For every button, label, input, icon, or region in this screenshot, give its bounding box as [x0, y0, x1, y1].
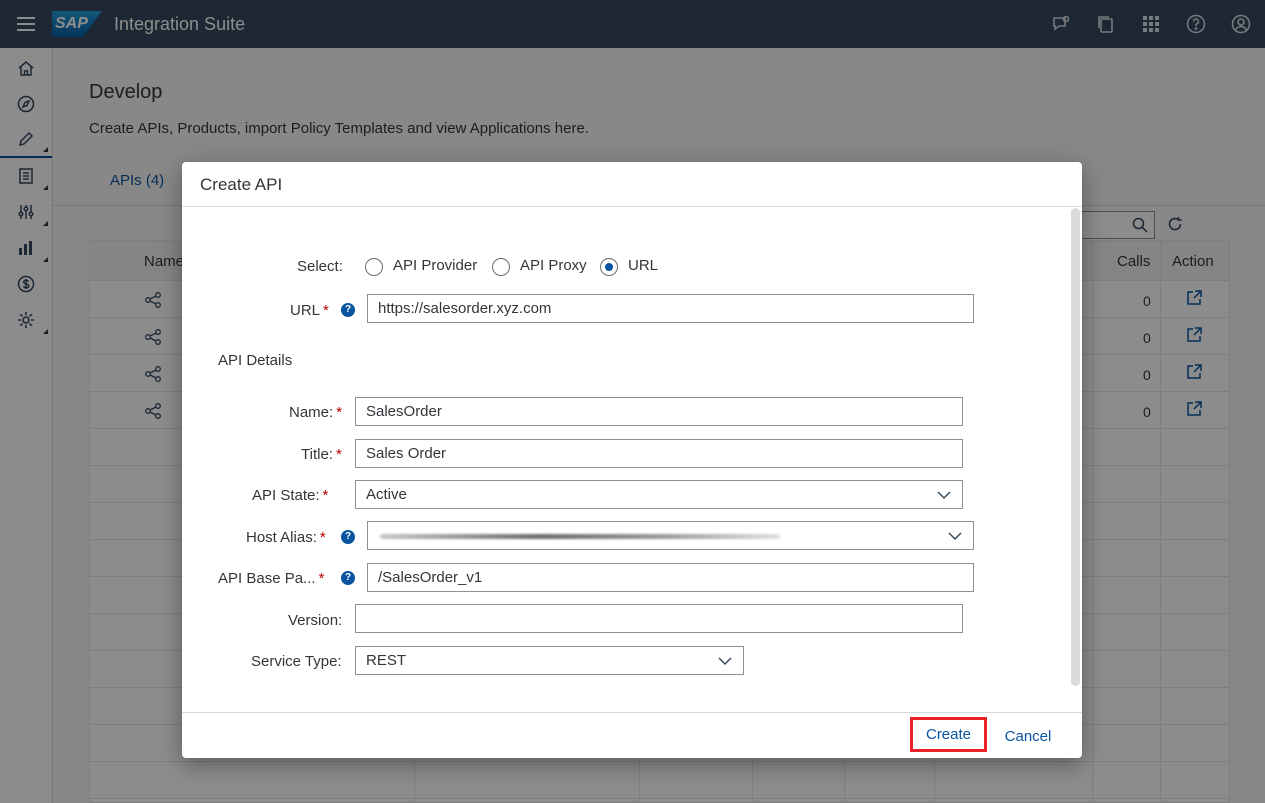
cancel-button[interactable]: Cancel — [994, 721, 1062, 751]
base-path-label: API Base Pa... * — [218, 570, 325, 587]
api-details-heading: API Details — [218, 352, 293, 369]
api-state-label: API State: * — [252, 487, 329, 504]
radio-api-provider-label[interactable]: API Provider — [393, 257, 477, 274]
radio-url-label[interactable]: URL — [628, 257, 658, 274]
service-type-value: REST — [366, 652, 407, 669]
url-help-icon[interactable]: ? — [341, 303, 355, 317]
name-field[interactable]: SalesOrder — [355, 397, 963, 426]
dialog-scrollbar[interactable] — [1071, 208, 1080, 686]
create-api-dialog: Create API Select: API Provider API Prox… — [182, 162, 1082, 758]
url-field[interactable]: https://salesorder.xyz.com — [367, 294, 974, 323]
chevron-down-icon[interactable] — [936, 487, 952, 507]
redacted-host-value — [380, 534, 780, 539]
version-field[interactable] — [355, 604, 963, 633]
radio-url[interactable] — [600, 258, 618, 276]
version-label: Version: — [288, 612, 343, 629]
api-state-select[interactable]: Active — [355, 480, 963, 509]
chevron-down-icon[interactable] — [947, 528, 963, 548]
host-alias-select[interactable] — [367, 521, 974, 550]
api-state-value: Active — [366, 486, 407, 503]
dialog-title: Create API — [182, 162, 1082, 207]
select-label: Select: — [297, 258, 343, 275]
service-type-select[interactable]: REST — [355, 646, 744, 675]
host-alias-label: Host Alias: * — [246, 529, 326, 546]
title-field[interactable]: Sales Order — [355, 439, 963, 468]
service-type-label: Service Type: — [251, 653, 342, 670]
title-label: Title: * — [301, 446, 342, 463]
create-button[interactable]: Create — [910, 717, 987, 752]
radio-api-proxy-label[interactable]: API Proxy — [520, 257, 587, 274]
host-alias-help-icon[interactable]: ? — [341, 530, 355, 544]
radio-api-provider[interactable] — [365, 258, 383, 276]
name-label: Name: * — [289, 404, 343, 421]
chevron-down-icon[interactable] — [717, 653, 733, 673]
url-label: URL * — [290, 302, 329, 319]
base-path-field[interactable]: /SalesOrder_v1 — [367, 563, 974, 592]
radio-api-proxy[interactable] — [492, 258, 510, 276]
base-path-help-icon[interactable]: ? — [341, 571, 355, 585]
